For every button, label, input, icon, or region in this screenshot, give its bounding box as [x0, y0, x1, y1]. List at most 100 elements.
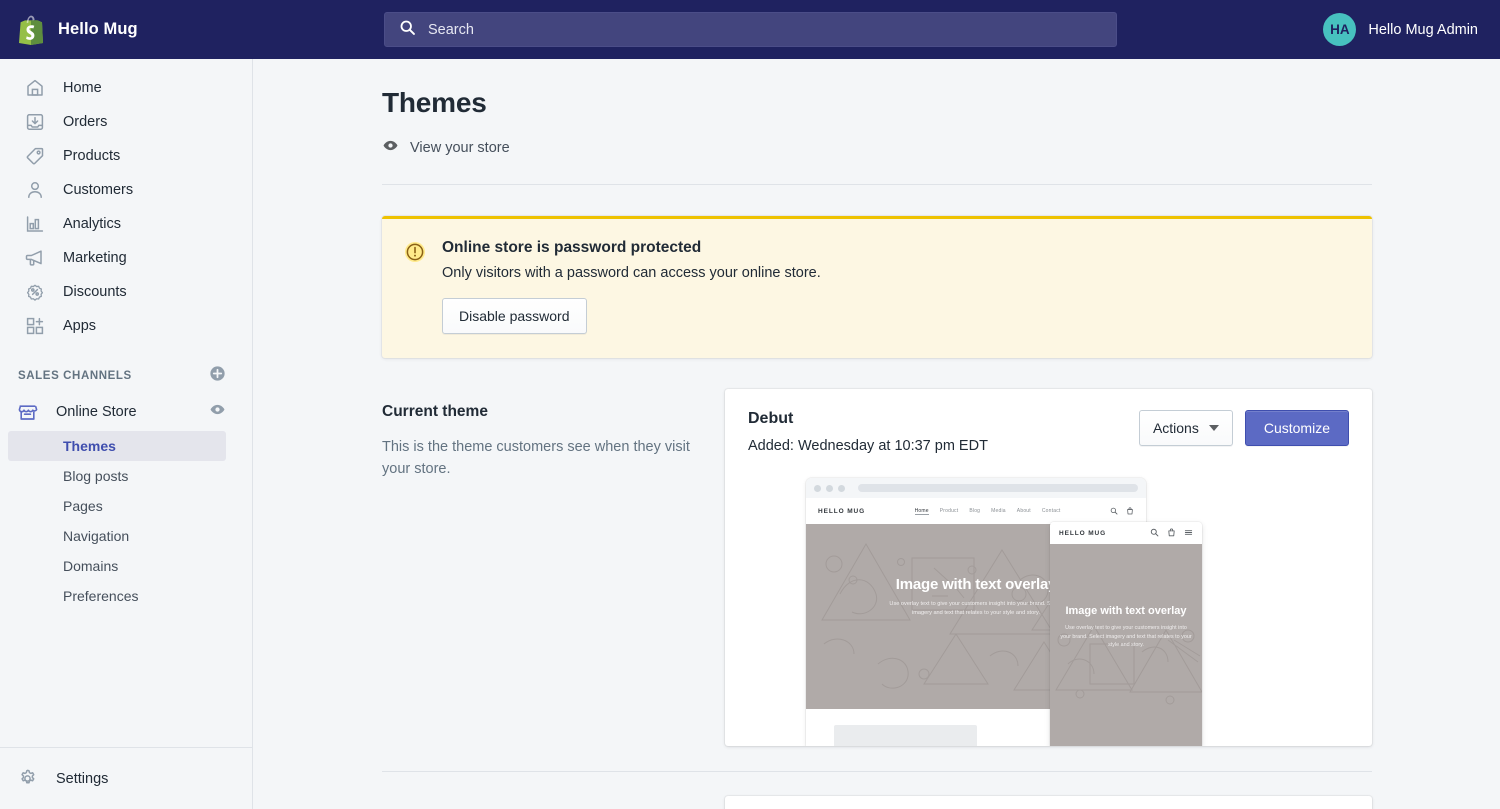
main-content: Themes View your store Online store is p…: [254, 59, 1500, 809]
browser-dot-icon: [814, 484, 821, 492]
preview-nav-item: Home: [914, 507, 929, 515]
analytics-bars-icon: [25, 214, 45, 234]
sidebar-item-products[interactable]: Products: [8, 139, 244, 173]
mobile-store-logo: HELLO MUG: [1059, 529, 1107, 537]
sidebar-item-label: Discounts: [63, 284, 127, 300]
current-theme-section: Current theme This is the theme customer…: [382, 389, 1372, 746]
sidebar-item-domains[interactable]: Domains: [8, 551, 226, 581]
eye-icon: [382, 137, 399, 159]
header-divider: [382, 184, 1372, 185]
sidebar-item-discounts[interactable]: Discounts: [8, 275, 244, 309]
browser-url-bar: [858, 484, 1138, 492]
shopify-bag-icon: [18, 15, 44, 45]
sidebar-item-blog-posts[interactable]: Blog posts: [8, 461, 226, 491]
sidebar-item-pages[interactable]: Pages: [8, 491, 226, 521]
sidebar-item-settings[interactable]: Settings: [0, 747, 253, 809]
browser-dot-icon: [838, 484, 845, 492]
alert-exclamation-icon: [404, 241, 426, 263]
mobile-preview-header: HELLO MUG: [1050, 522, 1202, 544]
cart-icon: [1126, 502, 1134, 520]
sidebar-item-navigation[interactable]: Navigation: [8, 521, 226, 551]
primary-nav: Home Orders Products Customers Analytics…: [0, 59, 252, 343]
user-menu[interactable]: HA Hello Mug Admin: [1323, 0, 1478, 59]
theme-added-date: Added: Wednesday at 10:37 pm EDT: [748, 438, 988, 454]
disable-password-button[interactable]: Disable password: [442, 298, 587, 334]
mobile-preview-hero: Image with text overlay Use overlay text…: [1050, 544, 1202, 746]
sidebar-item-label: Customers: [63, 182, 134, 198]
sidebar-item-analytics[interactable]: Analytics: [8, 207, 244, 241]
mobile-preview-hero-text: Image with text overlay Use overlay text…: [1050, 604, 1202, 650]
theme-card: Debut Added: Wednesday at 10:37 pm EDT A…: [725, 389, 1372, 746]
preview-nav-item: Media: [991, 507, 1006, 514]
sidebar-item-label: Home: [63, 80, 102, 96]
preview-store-icons: [1110, 502, 1134, 520]
view-your-store-label: View your store: [410, 140, 510, 156]
sidebar-item-label: Apps: [63, 318, 97, 334]
preview-store-nav: Home Product Blog Media About Contact: [865, 508, 1110, 515]
preview-nav-item: Blog: [969, 507, 981, 514]
sidebar-subitem-label: Preferences: [63, 588, 139, 604]
theme-card-header: Debut Added: Wednesday at 10:37 pm EDT A…: [725, 389, 1372, 454]
sidebar-item-label: Marketing: [63, 250, 127, 266]
avatar: HA: [1323, 13, 1357, 46]
mobile-preview-mockup: HELLO MUG Image with text overlay Use ov…: [1050, 522, 1202, 746]
sidebar-item-marketing[interactable]: Marketing: [8, 241, 244, 275]
preview-nav-item: Product: [939, 507, 959, 514]
theme-card-actions: Actions Customize: [1138, 410, 1349, 446]
preview-store-header: HELLO MUG Home Product Blog Media About …: [806, 498, 1146, 524]
sidebar-item-label: Orders: [63, 114, 108, 130]
apps-grid-plus-icon: [25, 316, 45, 336]
search-placeholder: Search: [428, 21, 474, 38]
search-icon: [1110, 502, 1118, 520]
sidebar-subitem-label: Themes: [63, 438, 116, 454]
plus-circle-icon[interactable]: [209, 365, 226, 387]
mobile-store-icons: [1150, 524, 1193, 542]
sidebar-item-orders[interactable]: Orders: [8, 105, 244, 139]
sidebar: Home Orders Products Customers Analytics…: [0, 59, 253, 809]
preview-nav-item: About: [1016, 507, 1031, 514]
mobile-hero-heading: Image with text overlay: [1065, 605, 1187, 617]
online-store-subnav: Themes Blog posts Pages Navigation Domai…: [0, 429, 252, 611]
sidebar-item-label: Analytics: [63, 216, 122, 232]
sidebar-subitem-label: Navigation: [63, 528, 130, 544]
theme-name: Debut: [748, 410, 794, 427]
gear-icon: [17, 768, 38, 789]
browser-dot-icon: [826, 484, 833, 492]
product-tag-icon: [25, 146, 45, 166]
view-your-store-link[interactable]: View your store: [382, 137, 510, 159]
theme-preview[interactable]: HELLO MUG Home Product Blog Media About …: [725, 478, 1372, 746]
current-theme-info: Current theme This is the theme customer…: [382, 389, 725, 746]
discount-percent-icon: [25, 282, 45, 302]
sidebar-item-preferences[interactable]: Preferences: [8, 581, 226, 611]
page-title: Themes: [382, 87, 487, 118]
sidebar-item-label: Products: [63, 148, 121, 164]
sidebar-item-themes[interactable]: Themes: [8, 431, 226, 461]
sidebar-subitem-label: Pages: [63, 498, 103, 514]
brand-home-link[interactable]: Hello Mug: [0, 0, 253, 59]
chevron-down-icon: [1208, 425, 1219, 431]
sidebar-item-apps[interactable]: Apps: [8, 309, 244, 343]
banner-title: Online store is password protected: [442, 239, 702, 256]
customer-person-icon: [25, 180, 45, 200]
actions-button-label: Actions: [1152, 420, 1199, 436]
eye-icon[interactable]: [209, 401, 226, 423]
section-divider: [382, 771, 1372, 772]
sidebar-item-online-store[interactable]: Online Store: [0, 395, 252, 429]
actions-button[interactable]: Actions: [1138, 410, 1233, 446]
sales-channels-title: SALES CHANNELS: [18, 370, 132, 382]
cart-icon: [1167, 524, 1176, 542]
password-protected-banner: Online store is password protected Only …: [382, 216, 1372, 358]
sidebar-item-home[interactable]: Home: [8, 71, 244, 105]
preview-nav-item: Contact: [1041, 507, 1061, 514]
sidebar-item-customers[interactable]: Customers: [8, 173, 244, 207]
online-store-label: Online Store: [56, 404, 137, 420]
search-field[interactable]: Search: [384, 12, 1117, 47]
browser-chrome-bar: [806, 478, 1146, 498]
current-theme-description: This is the theme customers see when the…: [382, 439, 690, 477]
mobile-hero-body: Use overlay text to give your customers …: [1060, 625, 1192, 648]
customize-button[interactable]: Customize: [1244, 410, 1349, 446]
online-store-icon: [17, 402, 38, 423]
top-bar: Hello Mug Search HA Hello Mug Admin: [0, 0, 1500, 59]
search-icon: [399, 19, 416, 41]
sales-channels-header: SALES CHANNELS: [0, 343, 252, 395]
